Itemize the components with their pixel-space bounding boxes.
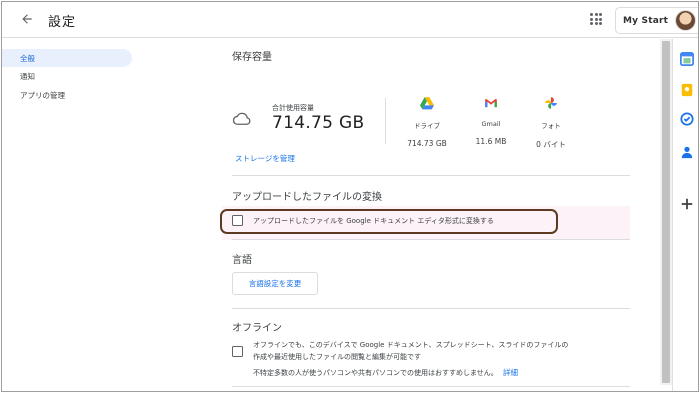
service-name: ドライブ	[414, 122, 440, 130]
service-value: 714.73 GB	[407, 139, 447, 148]
service-gmail: Gmail 11.6 MB	[461, 95, 521, 146]
nav-item-label: 通知	[20, 71, 35, 81]
apps-grid-icon[interactable]	[590, 13, 602, 25]
offline-description-line2: 作成や最近使用したファイルの閲覧と編集が可能です	[253, 353, 421, 361]
offline-description-line1: オフラインでも、このデバイスで Google ドキュメント、スプレッドシート、ス…	[253, 341, 569, 349]
settings-window: 設定 My Start 全般 通知 アプリの管理 保存容量 合計使用容量 714…	[1, 1, 699, 392]
side-panel	[672, 39, 698, 391]
gmail-icon	[485, 98, 497, 108]
change-language-button[interactable]: 言語設定を変更	[232, 272, 318, 295]
nav-item-notifications[interactable]: 通知	[2, 67, 35, 85]
tasks-icon[interactable]	[680, 112, 694, 126]
offline-heading: オフライン	[232, 323, 282, 334]
header: 設定 My Start	[2, 2, 698, 38]
divider	[385, 98, 386, 144]
section-divider	[232, 308, 630, 309]
offline-warning: 不特定多数の人が使うパソコンや共有パソコンでの使用はおすすめしません。 詳細	[253, 367, 518, 378]
my-start-label: My Start	[623, 15, 669, 26]
scrollbar-thumb[interactable]	[662, 41, 670, 383]
nav-item-label: 全般	[20, 53, 35, 63]
service-value: 11.6 MB	[475, 137, 507, 146]
details-link[interactable]: 詳細	[503, 368, 518, 377]
convert-uploads-label: アップロードしたファイルを Google ドキュメント エディタ形式に変換する	[253, 217, 494, 225]
add-icon[interactable]	[680, 197, 694, 211]
service-value: 0 バイト	[536, 140, 566, 149]
scrollbar[interactable]	[660, 39, 672, 385]
language-heading: 言語	[232, 255, 252, 266]
section-divider	[232, 239, 630, 240]
avatar[interactable]	[675, 10, 696, 31]
page-title: 設定	[48, 15, 77, 30]
nav-item-label: アプリの管理	[20, 90, 65, 100]
contacts-icon[interactable]	[680, 145, 694, 159]
photos-icon	[545, 97, 557, 109]
offline-checkbox[interactable]	[232, 346, 243, 357]
storage-heading: 保存容量	[232, 52, 272, 63]
my-start-button[interactable]: My Start	[615, 7, 698, 34]
service-photos: フォト 0 バイト	[521, 95, 581, 150]
back-arrow-icon[interactable]	[16, 8, 38, 30]
section-divider	[232, 175, 630, 176]
convert-uploads-checkbox[interactable]	[232, 215, 243, 226]
total-usage-label: 合計使用容量	[272, 104, 314, 112]
drive-icon	[420, 97, 434, 110]
offline-warning-text: 不特定多数の人が使うパソコンや共有パソコンでの使用はおすすめしません。	[253, 369, 498, 377]
convert-heading: アップロードしたファイルの変換	[232, 192, 382, 203]
cloud-icon	[233, 112, 251, 125]
manage-storage-link[interactable]: ストレージを管理	[235, 153, 295, 164]
service-drive: ドライブ 714.73 GB	[397, 95, 457, 148]
nav-item-general[interactable]: 全般	[2, 49, 132, 67]
nav-item-manage-apps[interactable]: アプリの管理	[2, 86, 65, 104]
section-divider	[232, 386, 630, 387]
service-name: フォト	[541, 122, 561, 130]
keep-icon[interactable]	[680, 83, 694, 97]
calendar-icon[interactable]	[680, 52, 694, 66]
total-usage-value: 714.75 GB	[272, 113, 365, 133]
service-name: Gmail	[481, 120, 501, 128]
